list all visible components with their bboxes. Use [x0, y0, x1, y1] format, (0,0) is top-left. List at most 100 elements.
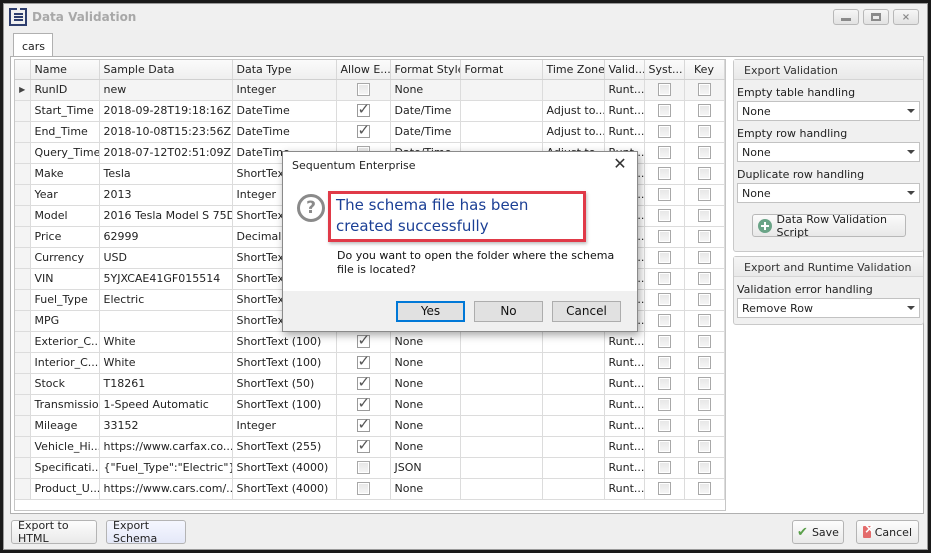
key-checkbox[interactable] — [697, 146, 711, 160]
cell-sample-data[interactable]: 2016 Tesla Model S 75D — [99, 205, 233, 227]
cell-sample-data[interactable]: White — [99, 352, 233, 374]
cell-sample-data[interactable]: 2018-09-28T19:18:16Z — [99, 100, 233, 122]
column-header-system[interactable]: Syst... — [644, 60, 685, 80]
cell-data-type[interactable]: ShortText (100) — [232, 331, 337, 353]
cell-time-zone[interactable] — [542, 436, 605, 458]
table-row[interactable]: Product_U... https://www.cars.com/... Shor… — [15, 478, 725, 500]
row-indicator[interactable] — [15, 226, 31, 248]
allow-empty-checkbox[interactable] — [356, 83, 370, 97]
key-checkbox[interactable] — [697, 356, 711, 370]
row-indicator[interactable] — [15, 415, 31, 437]
system-checkbox[interactable] — [657, 188, 671, 202]
cell-name[interactable]: Price — [30, 226, 100, 248]
cell-validation[interactable]: Runt... — [604, 457, 645, 479]
cell-data-type[interactable]: Integer — [232, 415, 337, 437]
key-checkbox[interactable] — [697, 83, 711, 97]
key-checkbox[interactable] — [697, 125, 711, 139]
cell-name[interactable]: Product_U... — [30, 478, 100, 500]
allow-empty-checkbox[interactable] — [356, 436, 370, 454]
cell-sample-data[interactable]: USD — [99, 247, 233, 269]
cell-validation[interactable]: Runt... — [604, 79, 645, 101]
allow-empty-checkbox[interactable] — [356, 373, 370, 391]
cell-name[interactable]: Start_Time — [30, 100, 100, 122]
cell-name[interactable]: Currency — [30, 247, 100, 269]
table-row[interactable]: Interior_C...WhiteShortText (100) None Run… — [15, 352, 725, 374]
cell-format-style[interactable]: JSON — [390, 457, 461, 479]
cell-validation[interactable]: Runt... — [604, 121, 645, 143]
allow-empty-checkbox[interactable] — [356, 121, 370, 139]
row-indicator[interactable] — [15, 331, 31, 353]
system-checkbox[interactable] — [657, 377, 671, 391]
allow-empty-checkbox[interactable] — [356, 100, 370, 118]
cell-name[interactable]: Interior_C... — [30, 352, 100, 374]
table-row[interactable]: Mileage33152Integer None Runt... — [15, 415, 725, 437]
cell-sample-data[interactable]: Electric — [99, 289, 233, 311]
cell-sample-data[interactable]: 2018-07-12T02:51:09Z — [99, 142, 233, 164]
cell-data-type[interactable]: ShortText (255) — [232, 436, 337, 458]
key-checkbox[interactable] — [697, 104, 711, 118]
key-checkbox[interactable] — [697, 293, 711, 307]
cell-data-type[interactable]: DateTime — [232, 121, 337, 143]
cell-name[interactable]: Vehicle_Hi... — [30, 436, 100, 458]
row-indicator[interactable] — [15, 100, 31, 122]
column-header-time-zone[interactable]: Time Zone — [542, 60, 605, 80]
key-checkbox[interactable] — [697, 440, 711, 454]
cell-sample-data[interactable]: 62999 — [99, 226, 233, 248]
allow-empty-checkbox[interactable] — [356, 461, 370, 475]
cell-format-style[interactable]: Date/Time — [390, 121, 461, 143]
cell-time-zone[interactable] — [542, 331, 605, 353]
table-row[interactable]: Vehicle_Hi... https://www.carfax.co... Sho… — [15, 436, 725, 458]
cell-format-style[interactable]: None — [390, 415, 461, 437]
row-indicator[interactable] — [15, 310, 31, 332]
key-checkbox[interactable] — [697, 209, 711, 223]
cell-data-type[interactable]: ShortText (100) — [232, 394, 337, 416]
cell-validation[interactable]: Runt... — [604, 352, 645, 374]
cell-name[interactable]: Model — [30, 205, 100, 227]
cell-time-zone[interactable] — [542, 457, 605, 479]
cell-name[interactable]: Transmission — [30, 394, 100, 416]
system-checkbox[interactable] — [657, 167, 671, 181]
cell-sample-data[interactable]: https://www.cars.com/... — [99, 478, 233, 500]
system-checkbox[interactable] — [657, 146, 671, 160]
cell-sample-data[interactable]: new — [99, 79, 233, 101]
allow-empty-checkbox[interactable] — [356, 394, 370, 412]
cell-time-zone[interactable] — [542, 415, 605, 437]
data-row-validation-script-button[interactable]: Data Row Validation Script — [751, 213, 906, 239]
key-checkbox[interactable] — [697, 461, 711, 475]
column-header-data-type[interactable]: Data Type — [232, 60, 337, 80]
cell-format-style[interactable]: None — [390, 79, 461, 101]
row-indicator[interactable] — [15, 184, 31, 206]
system-checkbox[interactable] — [657, 440, 671, 454]
key-checkbox[interactable] — [697, 314, 711, 328]
empty-table-select[interactable]: None — [737, 101, 920, 121]
cell-data-type[interactable]: ShortText (4000) — [232, 478, 337, 500]
system-checkbox[interactable] — [657, 251, 671, 265]
error-handling-select[interactable]: Remove Row — [737, 298, 920, 318]
table-row[interactable]: End_Time2018-10-08T15:23:56ZDateTime Date… — [15, 121, 725, 143]
cell-sample-data[interactable]: https://www.carfax.co... — [99, 436, 233, 458]
row-indicator[interactable] — [15, 247, 31, 269]
system-checkbox[interactable] — [657, 83, 671, 97]
cell-data-type[interactable]: DateTime — [232, 100, 337, 122]
cell-validation[interactable]: Runt... — [604, 415, 645, 437]
cell-validation[interactable]: Runt... — [604, 394, 645, 416]
allow-empty-checkbox[interactable] — [356, 415, 370, 433]
cell-format-style[interactable]: None — [390, 394, 461, 416]
cell-sample-data[interactable]: Tesla — [99, 163, 233, 185]
no-button[interactable]: No — [474, 301, 543, 322]
cell-format[interactable] — [460, 478, 543, 500]
table-row[interactable]: Specificati... {"Fuel_Type":"Electric"} Sh… — [15, 457, 725, 479]
cancel-button[interactable]: Cancel — [856, 520, 919, 544]
cell-name[interactable]: Exterior_C... — [30, 331, 100, 353]
cell-validation[interactable]: Runt... — [604, 373, 645, 395]
cell-sample-data[interactable] — [99, 310, 233, 332]
cell-format[interactable] — [460, 100, 543, 122]
key-checkbox[interactable] — [697, 167, 711, 181]
key-checkbox[interactable] — [697, 188, 711, 202]
row-indicator[interactable] — [15, 478, 31, 500]
cell-data-type[interactable]: ShortText (4000) — [232, 457, 337, 479]
cell-format[interactable] — [460, 415, 543, 437]
column-header-format-style[interactable]: Format Style — [390, 60, 461, 80]
key-checkbox[interactable] — [697, 272, 711, 286]
system-checkbox[interactable] — [657, 272, 671, 286]
